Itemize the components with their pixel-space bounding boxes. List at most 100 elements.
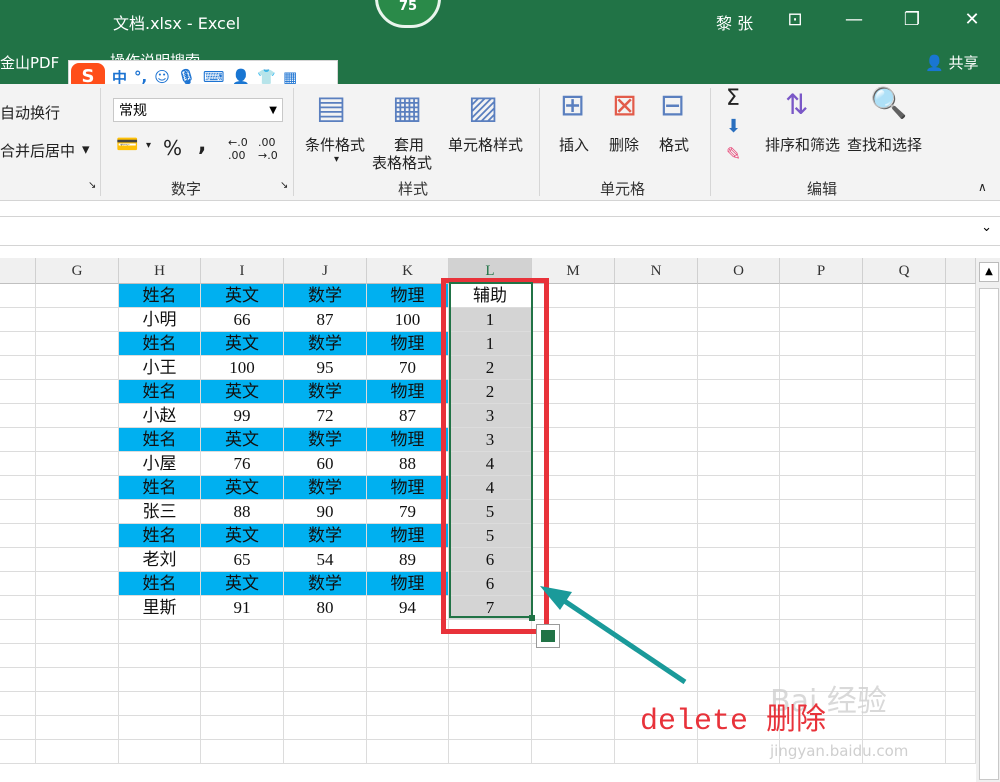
cell[interactable] xyxy=(946,404,976,428)
header-cell[interactable]: 物理 xyxy=(367,476,449,500)
data-cell[interactable]: 91 xyxy=(201,596,284,620)
currency-icon[interactable]: 💳 xyxy=(116,134,138,155)
cell[interactable] xyxy=(449,740,532,764)
data-cell[interactable]: 87 xyxy=(284,308,367,332)
cell[interactable] xyxy=(698,740,780,764)
header-cell[interactable]: 姓名 xyxy=(119,332,201,356)
cell[interactable] xyxy=(36,716,119,740)
cell[interactable] xyxy=(863,404,946,428)
cell[interactable] xyxy=(615,332,698,356)
cell[interactable] xyxy=(946,308,976,332)
cell[interactable] xyxy=(367,692,449,716)
cell[interactable] xyxy=(36,380,119,404)
cell[interactable] xyxy=(780,380,863,404)
data-cell[interactable]: 90 xyxy=(284,500,367,524)
cell[interactable] xyxy=(284,692,367,716)
vertical-scrollbar[interactable]: ▲ xyxy=(976,258,1000,782)
cell[interactable] xyxy=(119,668,201,692)
cell[interactable] xyxy=(698,548,780,572)
cell-style-icon[interactable]: ▨ xyxy=(468,88,498,126)
cell[interactable] xyxy=(698,500,780,524)
cell[interactable] xyxy=(449,644,532,668)
header-cell[interactable]: 英文 xyxy=(201,284,284,308)
data-cell[interactable]: 54 xyxy=(284,548,367,572)
cell[interactable] xyxy=(698,356,780,380)
formula-bar[interactable]: ⌄ xyxy=(0,216,1000,246)
cell[interactable] xyxy=(201,620,284,644)
data-cell[interactable]: 99 xyxy=(201,404,284,428)
column-header[interactable]: G xyxy=(36,258,119,284)
merge-dropdown-icon[interactable]: ▾ xyxy=(82,140,90,158)
cell[interactable] xyxy=(615,500,698,524)
cell[interactable] xyxy=(698,596,780,620)
header-cell[interactable]: 英文 xyxy=(201,572,284,596)
number-launcher-icon[interactable]: ↘ xyxy=(280,180,288,191)
conditional-format-icon[interactable]: ▤ xyxy=(316,88,346,126)
cell[interactable] xyxy=(284,668,367,692)
cell[interactable] xyxy=(367,668,449,692)
cell[interactable] xyxy=(615,596,698,620)
cell[interactable] xyxy=(946,548,976,572)
scroll-up-icon[interactable]: ▲ xyxy=(979,262,999,282)
cell[interactable] xyxy=(946,428,976,452)
cell[interactable] xyxy=(698,644,780,668)
header-cell[interactable]: 姓名 xyxy=(119,572,201,596)
cell[interactable] xyxy=(780,548,863,572)
cell[interactable] xyxy=(615,644,698,668)
cell[interactable] xyxy=(946,572,976,596)
cell[interactable] xyxy=(0,404,36,428)
merge-center-button[interactable]: 合并后居中 xyxy=(0,140,75,161)
cell[interactable] xyxy=(863,572,946,596)
header-cell[interactable]: 数学 xyxy=(284,572,367,596)
cell[interactable] xyxy=(615,308,698,332)
cell[interactable] xyxy=(863,644,946,668)
cell[interactable] xyxy=(698,524,780,548)
cell[interactable] xyxy=(946,716,976,740)
header-cell[interactable]: 姓名 xyxy=(119,524,201,548)
wrap-text-button[interactable]: 自动换行 xyxy=(0,102,60,123)
cell[interactable] xyxy=(119,716,201,740)
cell[interactable] xyxy=(780,404,863,428)
delete-icon[interactable]: ⊠ xyxy=(612,88,637,123)
cell[interactable] xyxy=(698,380,780,404)
cell[interactable] xyxy=(698,404,780,428)
cell[interactable] xyxy=(367,740,449,764)
cell[interactable] xyxy=(863,620,946,644)
header-cell[interactable]: 英文 xyxy=(201,476,284,500)
header-cell[interactable]: 英文 xyxy=(201,428,284,452)
cell[interactable] xyxy=(780,596,863,620)
cell[interactable] xyxy=(0,740,36,764)
cell[interactable] xyxy=(698,620,780,644)
header-cell[interactable]: 数学 xyxy=(284,476,367,500)
decrease-decimal-button[interactable]: .00 →.0 xyxy=(258,136,278,162)
cell[interactable] xyxy=(698,332,780,356)
cell[interactable] xyxy=(532,692,615,716)
data-cell[interactable]: 76 xyxy=(201,452,284,476)
cell[interactable] xyxy=(615,452,698,476)
data-cell[interactable]: 72 xyxy=(284,404,367,428)
cell[interactable] xyxy=(780,332,863,356)
cell[interactable] xyxy=(0,476,36,500)
format-button[interactable]: 格式 xyxy=(659,134,689,155)
cell[interactable] xyxy=(532,716,615,740)
cell[interactable] xyxy=(36,452,119,476)
cell[interactable] xyxy=(36,500,119,524)
column-header[interactable]: O xyxy=(698,258,780,284)
cell[interactable] xyxy=(946,356,976,380)
ribbon-display-icon[interactable]: ⊡ xyxy=(783,8,807,32)
cell[interactable] xyxy=(780,308,863,332)
header-cell[interactable]: 姓名 xyxy=(119,284,201,308)
increase-decimal-button[interactable]: ←.0.00 xyxy=(228,136,248,162)
cell[interactable] xyxy=(367,716,449,740)
cell[interactable] xyxy=(863,596,946,620)
cell[interactable] xyxy=(946,668,976,692)
table-format-icon[interactable]: ▦ xyxy=(392,88,422,126)
column-header[interactable]: H xyxy=(119,258,201,284)
cell[interactable] xyxy=(698,428,780,452)
cell[interactable] xyxy=(36,356,119,380)
cell[interactable] xyxy=(201,668,284,692)
cell[interactable] xyxy=(367,644,449,668)
cell[interactable] xyxy=(284,716,367,740)
cell[interactable] xyxy=(532,668,615,692)
sort-filter-icon[interactable]: ⇅ xyxy=(785,88,808,121)
